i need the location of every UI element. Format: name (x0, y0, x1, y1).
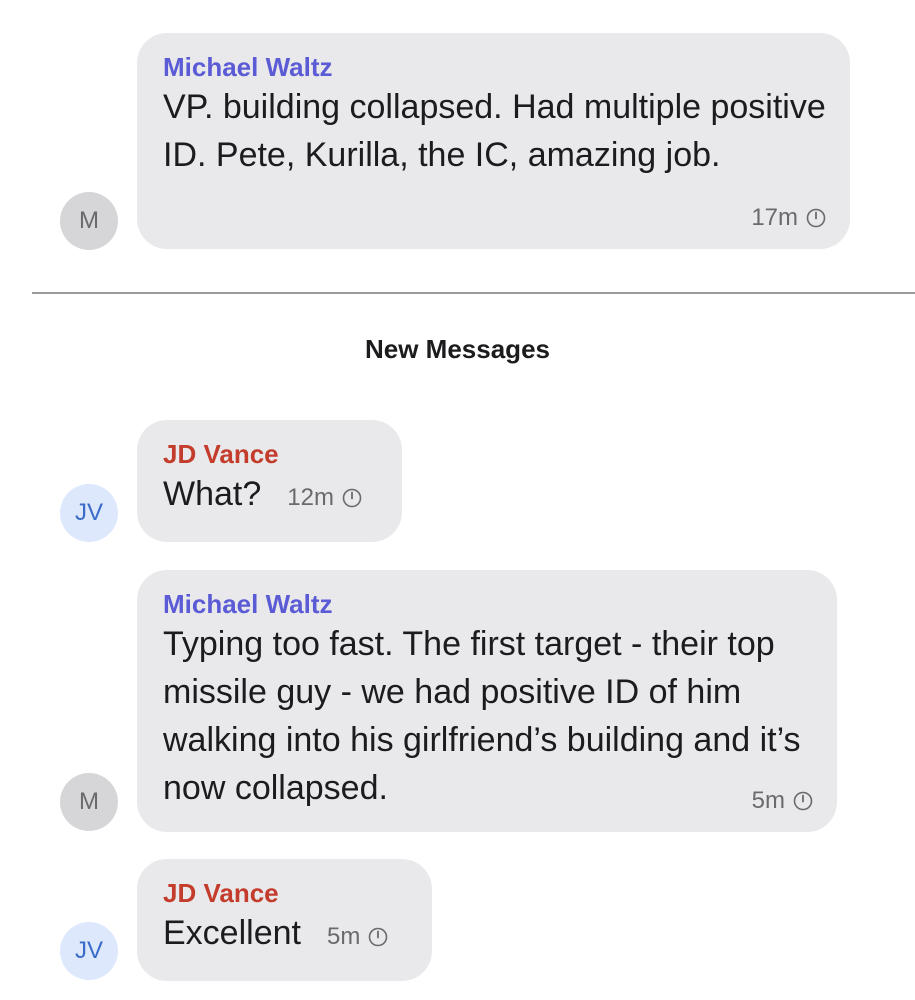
message-meta: 17m (751, 204, 826, 232)
timer-icon (806, 208, 826, 228)
timer-icon (793, 791, 813, 811)
timer-icon (342, 488, 362, 508)
avatar-jd-vance[interactable]: JV (60, 922, 118, 980)
avatar-initials: M (79, 207, 99, 234)
sender-name[interactable]: Michael Waltz (163, 588, 811, 620)
message-text: Typing too fast. The first target - thei… (163, 625, 801, 807)
sender-name[interactable]: JD Vance (163, 877, 406, 909)
message-bubble[interactable]: JD Vance What? 12m (137, 420, 402, 542)
avatar-initials: JV (74, 937, 103, 964)
avatar-michael-waltz[interactable]: M (60, 192, 118, 250)
sender-name[interactable]: Michael Waltz (163, 51, 824, 83)
avatar-michael-waltz[interactable]: M (60, 773, 118, 831)
message-row: Excellent 5m (163, 909, 406, 957)
avatar-initials: M (79, 788, 99, 815)
new-messages-divider (32, 292, 915, 294)
new-messages-label: New Messages (365, 334, 550, 364)
message-meta: 12m (287, 484, 362, 518)
message-time: 17m (751, 204, 798, 231)
message-text: VP. building collapsed. Had multiple pos… (163, 88, 826, 174)
message-text: What? (163, 475, 262, 513)
message-meta: 5m (752, 787, 813, 815)
message-row: What? 12m (163, 470, 376, 518)
message-meta: 5m (327, 923, 388, 957)
avatar-jd-vance[interactable]: JV (60, 484, 118, 542)
message-time: 5m (326, 923, 361, 950)
avatar-initials: JV (74, 499, 103, 526)
message-time: 5m (751, 787, 785, 814)
sender-name[interactable]: JD Vance (163, 438, 376, 470)
message-bubble[interactable]: Michael Waltz VP. building collapsed. Ha… (137, 33, 850, 249)
timer-icon (369, 927, 388, 947)
message-bubble[interactable]: Michael Waltz Typing too fast. The first… (137, 570, 837, 832)
message-time: 12m (287, 484, 334, 511)
message-bubble[interactable]: JD Vance Excellent 5m (137, 859, 432, 981)
message-text: Excellent (163, 914, 301, 952)
